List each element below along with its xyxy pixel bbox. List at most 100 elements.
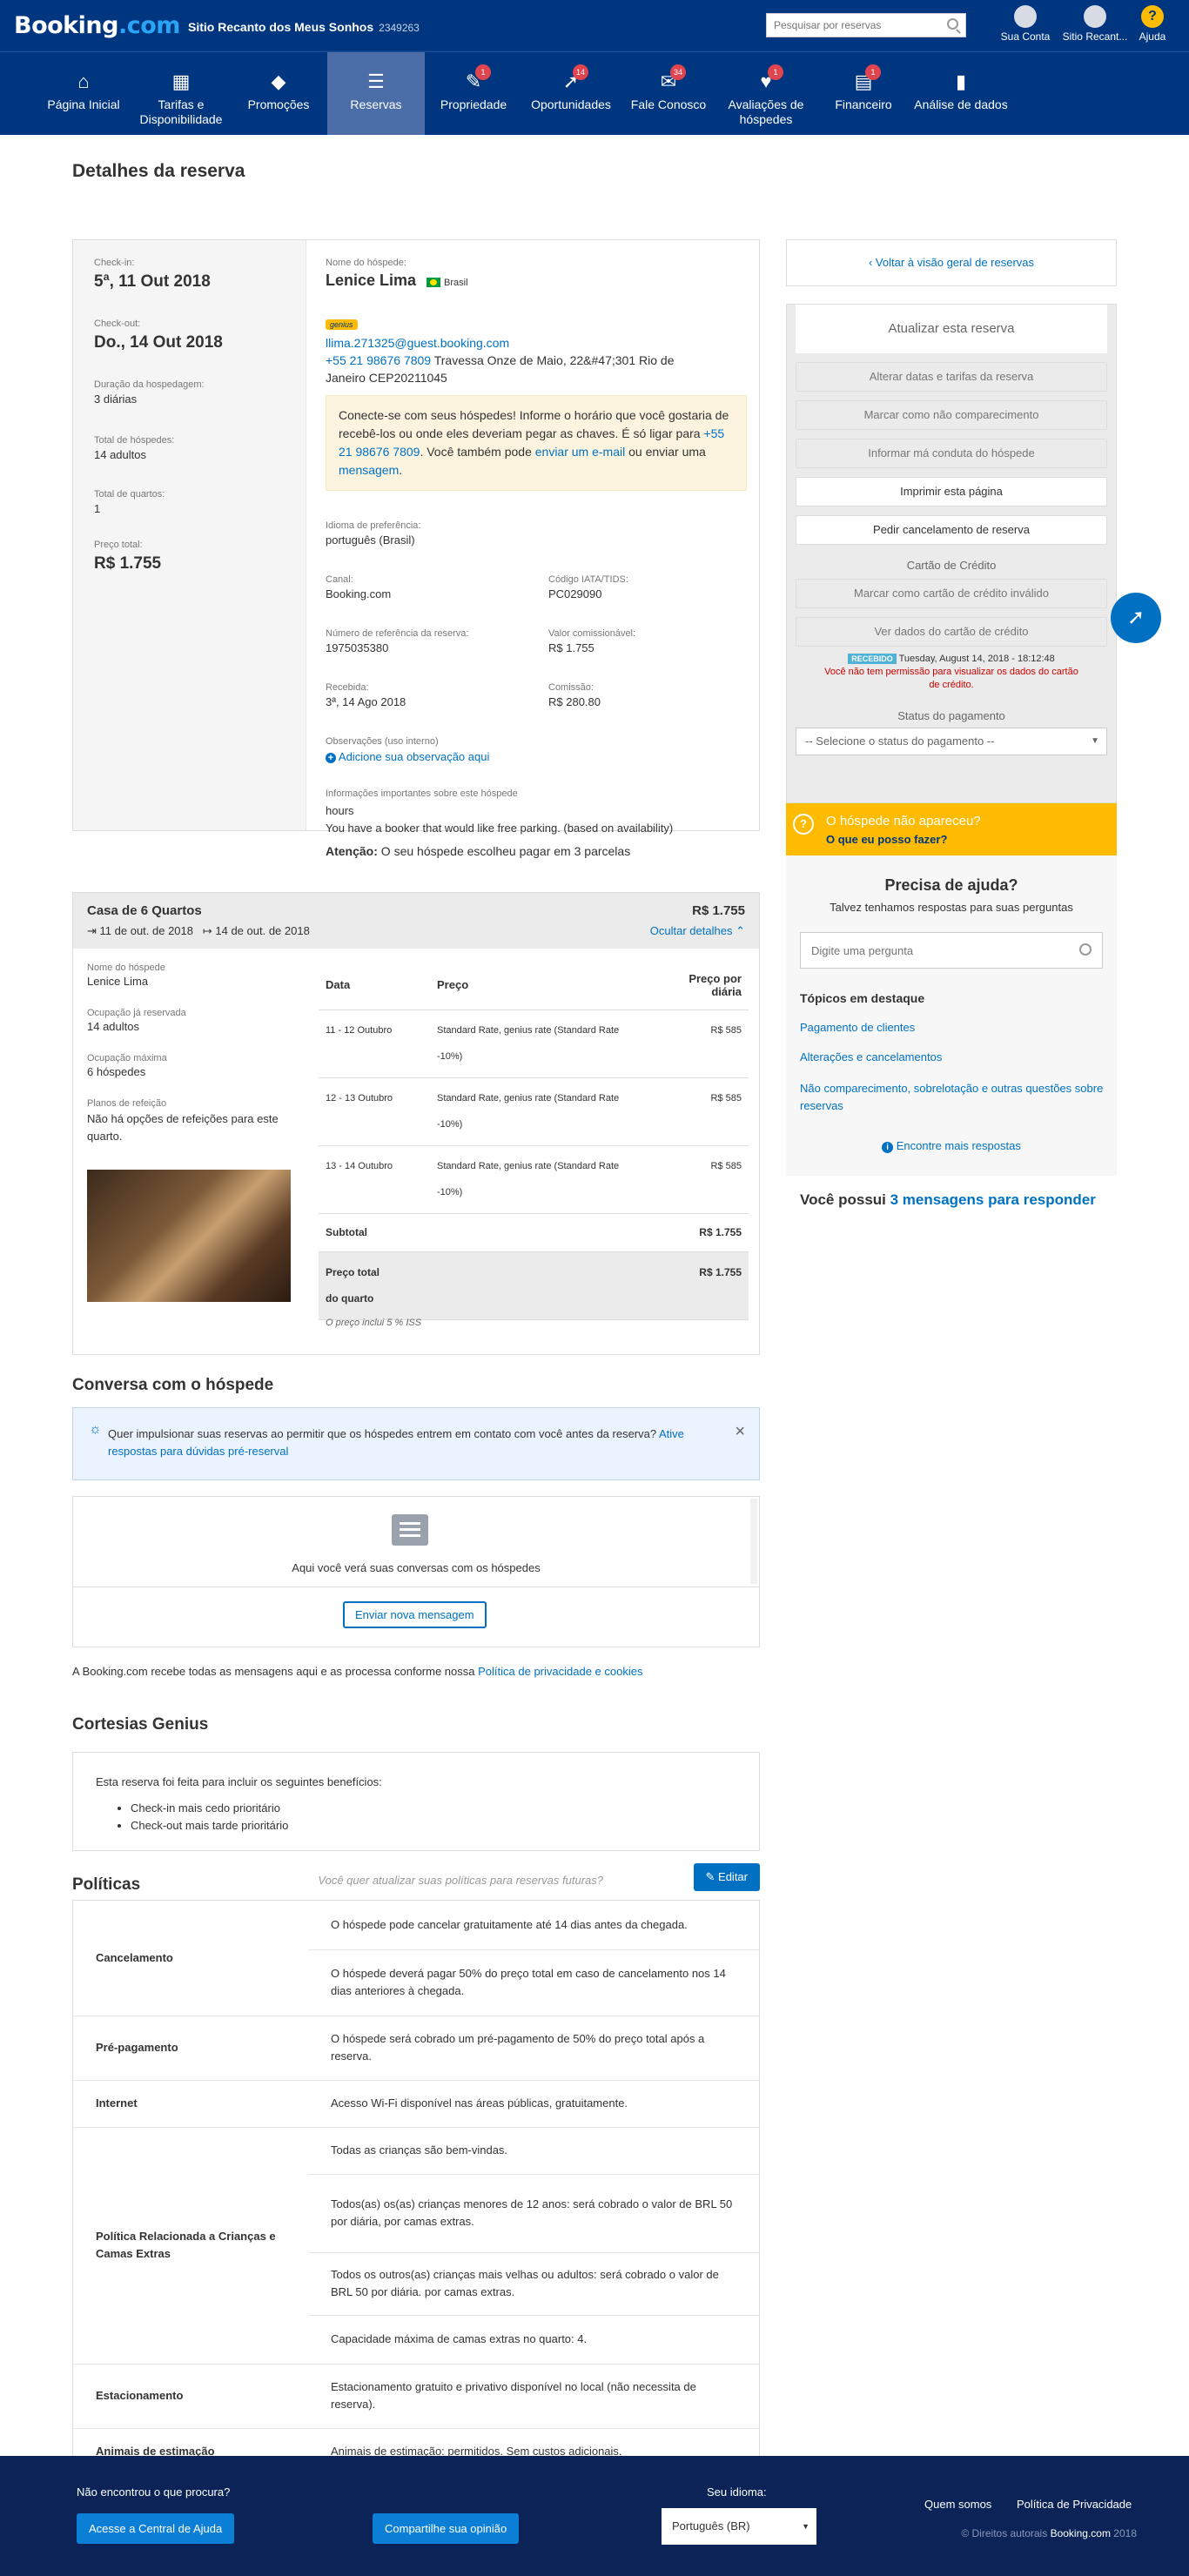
privacy-cookies-link[interactable]: Política de privacidade e cookies (478, 1665, 642, 1678)
policy-value: O hóspede será cobrado um pré-pagamento … (308, 2015, 761, 2080)
nav-item-1[interactable]: ▦ Tarifas e Disponibilidade (132, 52, 230, 135)
info-icon: i (882, 1142, 894, 1153)
room-title: Casa de 6 Quartos (87, 903, 202, 918)
tax-note: O preço inclui 5 % ISS (326, 1318, 422, 1328)
help-subtitle: Talvez tenhamos respostas para suas perg… (830, 901, 1073, 914)
total-price: R$ 1.755 (94, 554, 162, 573)
guest-name: Lenice Lima (326, 272, 417, 289)
rate-name: Standard Rate, genius rate (Standard Rat… (430, 1077, 650, 1146)
mark-no-show-button[interactable]: Marcar como não comparecimento (796, 400, 1107, 430)
privacy-link[interactable]: Política de Privacidade (1017, 2498, 1132, 2511)
rocket-icon[interactable]: ➚ (1111, 593, 1161, 643)
send-message-link[interactable]: mensagem (339, 463, 399, 477)
help-menu[interactable]: ? Ajuda (1130, 5, 1175, 43)
request-cancellation-button[interactable]: Pedir cancelamento de reserva (796, 515, 1107, 545)
property-avatar-icon (1084, 5, 1106, 28)
booking-logo[interactable]: Booking.com (14, 12, 180, 39)
print-page-button[interactable]: Imprimir esta página (796, 477, 1107, 506)
table-row: Cancelamento O hóspede pode cancelar grat… (73, 1901, 761, 1964)
report-misconduct-button[interactable]: Informar má conduta do hóspede (796, 439, 1107, 468)
attention-text: O seu hóspede escolheu pagar em 3 parcel… (380, 844, 631, 858)
view-card-details-button[interactable]: Ver dados do cartão de crédito (796, 617, 1107, 647)
channel-label: Canal: (326, 574, 353, 585)
connect-text-1: Conecte-se com seus hóspedes! Informe o … (339, 408, 729, 440)
hide-details-link[interactable]: Ocultar detalhes (650, 924, 733, 937)
occupancy-value: 14 adultos (87, 1020, 139, 1033)
send-new-message-button[interactable]: Enviar nova mensagem (343, 1601, 487, 1628)
guests-label: Total de hóspedes: (94, 435, 175, 446)
nav-item-3[interactable]: ☰ Reservas (327, 52, 425, 135)
room-photo[interactable] (87, 1170, 291, 1302)
nav-item-5[interactable]: ➚ 14 Oportunidades (522, 52, 620, 135)
table-row: 11 - 12 Outubro Standard Rate, genius rat… (319, 1010, 749, 1078)
more-answers-link[interactable]: Encontre mais respostas (897, 1139, 1021, 1152)
policy-key: Estacionamento (73, 2363, 308, 2428)
mark-card-invalid-button[interactable]: Marcar como cartão de crédito inválido (796, 579, 1107, 608)
notification-badge: 14 (573, 64, 589, 80)
nav-item-2[interactable]: ◆ Promoções (230, 52, 327, 135)
policies-table: Cancelamento O hóspede pode cancelar grat… (73, 1901, 761, 2475)
price-label: Preço total: (94, 540, 143, 550)
rate-date: 11 - 12 Outubro (319, 1010, 430, 1078)
rate-price: R$ 585 (649, 1077, 749, 1146)
conversation-list[interactable]: Aqui você verá suas conversas com os hós… (73, 1497, 759, 1587)
language-select[interactable]: Português (BR) ▼ (662, 2508, 816, 2545)
scrollbar[interactable] (750, 1499, 757, 1584)
room-card: Casa de 6 Quartos R$ 1.755 ⇥ 11 de out. … (72, 892, 760, 1355)
help-center-button[interactable]: Acesse a Central de Ajuda (77, 2513, 235, 2544)
guests-value: 14 adultos (94, 448, 146, 461)
search-icon[interactable] (947, 18, 958, 30)
topic-link[interactable]: Não comparecimento, sobrelotação e outra… (800, 1080, 1105, 1115)
search-icon[interactable] (1079, 943, 1092, 956)
checkout-label: Check-out: (94, 319, 141, 329)
lightbulb-icon: ☼ (89, 1422, 102, 1437)
table-row: 13 - 14 Outubro Standard Rate, genius rat… (319, 1145, 749, 1214)
nav-label: Financeiro (835, 97, 892, 111)
nav-item-8[interactable]: ▤ 1 Financeiro (815, 52, 912, 135)
no-show-help-link[interactable]: O que eu posso fazer? (826, 833, 947, 846)
nav-item-0[interactable]: ⌂ Página Inicial (35, 52, 132, 135)
top-bar: Booking.com Sitio Recanto dos Meus Sonho… (0, 0, 1189, 51)
property-name[interactable]: Sitio Recanto dos Meus Sonhos 2349263 (188, 20, 420, 34)
nav-item-6[interactable]: ✉ 34 Fale Conosco (620, 52, 717, 135)
property-menu[interactable]: Sitio Recant... (1060, 5, 1130, 43)
reservation-summary: Check-in: 5ª, 11 Out 2018 Check-out: Do., … (73, 240, 306, 830)
help-search-input[interactable] (801, 933, 1062, 968)
guest-phone-link[interactable]: +55 21 98676 7809 (326, 353, 431, 367)
account-menu[interactable]: Sua Conta (991, 5, 1060, 43)
about-link[interactable]: Quem somos (924, 2498, 991, 2511)
pre-booking-tip: ☼ Quer impulsionar suas reservas ao perm… (72, 1407, 760, 1480)
policies-title: Políticas (72, 1875, 141, 1894)
checkin-date: 5ª, 11 Out 2018 (94, 272, 211, 291)
list-icon: ☰ (367, 70, 385, 92)
iata-label: Código IATA/TIDS: (548, 574, 628, 585)
add-note-link[interactable]: Adicione sua observação aqui (339, 750, 489, 763)
nav-item-4[interactable]: ✎ 1 Propriedade (425, 52, 522, 135)
nav-item-7[interactable]: ♥ 1 Avaliações de hóspedes (717, 52, 815, 135)
caret-down-icon: ▼ (1091, 736, 1099, 746)
language-label: Seu idioma: (707, 2485, 767, 2499)
edit-policies-button[interactable]: ✎ Editar (693, 1863, 760, 1891)
share-opinion-button[interactable]: Compartilhe sua opinião (373, 2513, 520, 2544)
main-nav: ⌂ Página Inicial ▦ Tarifas e Disponibilidad… (0, 51, 1189, 135)
nav-item-9[interactable]: ▮ Análise de dados (912, 52, 1010, 135)
credit-card-title: Cartão de Crédito (906, 559, 997, 572)
back-to-overview-link[interactable]: Voltar à visão geral de reservas (876, 256, 1034, 269)
policy-key: Cancelamento (96, 1950, 173, 1964)
payment-status-value: -- Selecione o status do pagamento -- (805, 735, 995, 748)
tag-icon: ◆ (271, 70, 286, 92)
notification-badge: 34 (670, 64, 687, 80)
max-occupancy-value: 6 hóspedes (87, 1065, 146, 1078)
change-dates-button[interactable]: Alterar datas e tarifas da reserva (796, 362, 1107, 392)
property-name-text: Sitio Recanto dos Meus Sonhos (188, 20, 374, 34)
send-email-link[interactable]: enviar um e-mail (535, 445, 625, 459)
messages-link[interactable]: 3 mensagens para responder (890, 1191, 1096, 1208)
back-to-overview[interactable]: ‹ Voltar à visão geral de reservas (786, 239, 1117, 286)
guest-email-link[interactable]: llima.271325@guest.booking.com (326, 336, 509, 350)
reservation-search-input[interactable] (767, 14, 937, 37)
close-icon[interactable]: × (735, 1422, 745, 1442)
payment-status-select[interactable]: -- Selecione o status do pagamento -- ▼ (796, 728, 1107, 755)
topic-link[interactable]: Alterações e cancelamentos (800, 1050, 942, 1063)
topic-link[interactable]: Pagamento de clientes (800, 1021, 915, 1034)
table-row: Internet Acesso Wi-Fi disponível nas área… (73, 2079, 761, 2127)
